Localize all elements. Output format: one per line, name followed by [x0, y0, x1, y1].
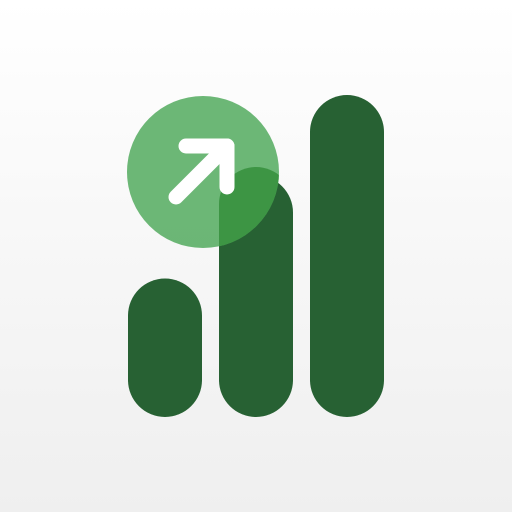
- bar-tall: [310, 95, 384, 417]
- bar-short: [128, 278, 202, 417]
- icon-artwork: [127, 95, 384, 417]
- growth-chart-app-icon[interactable]: [0, 0, 512, 512]
